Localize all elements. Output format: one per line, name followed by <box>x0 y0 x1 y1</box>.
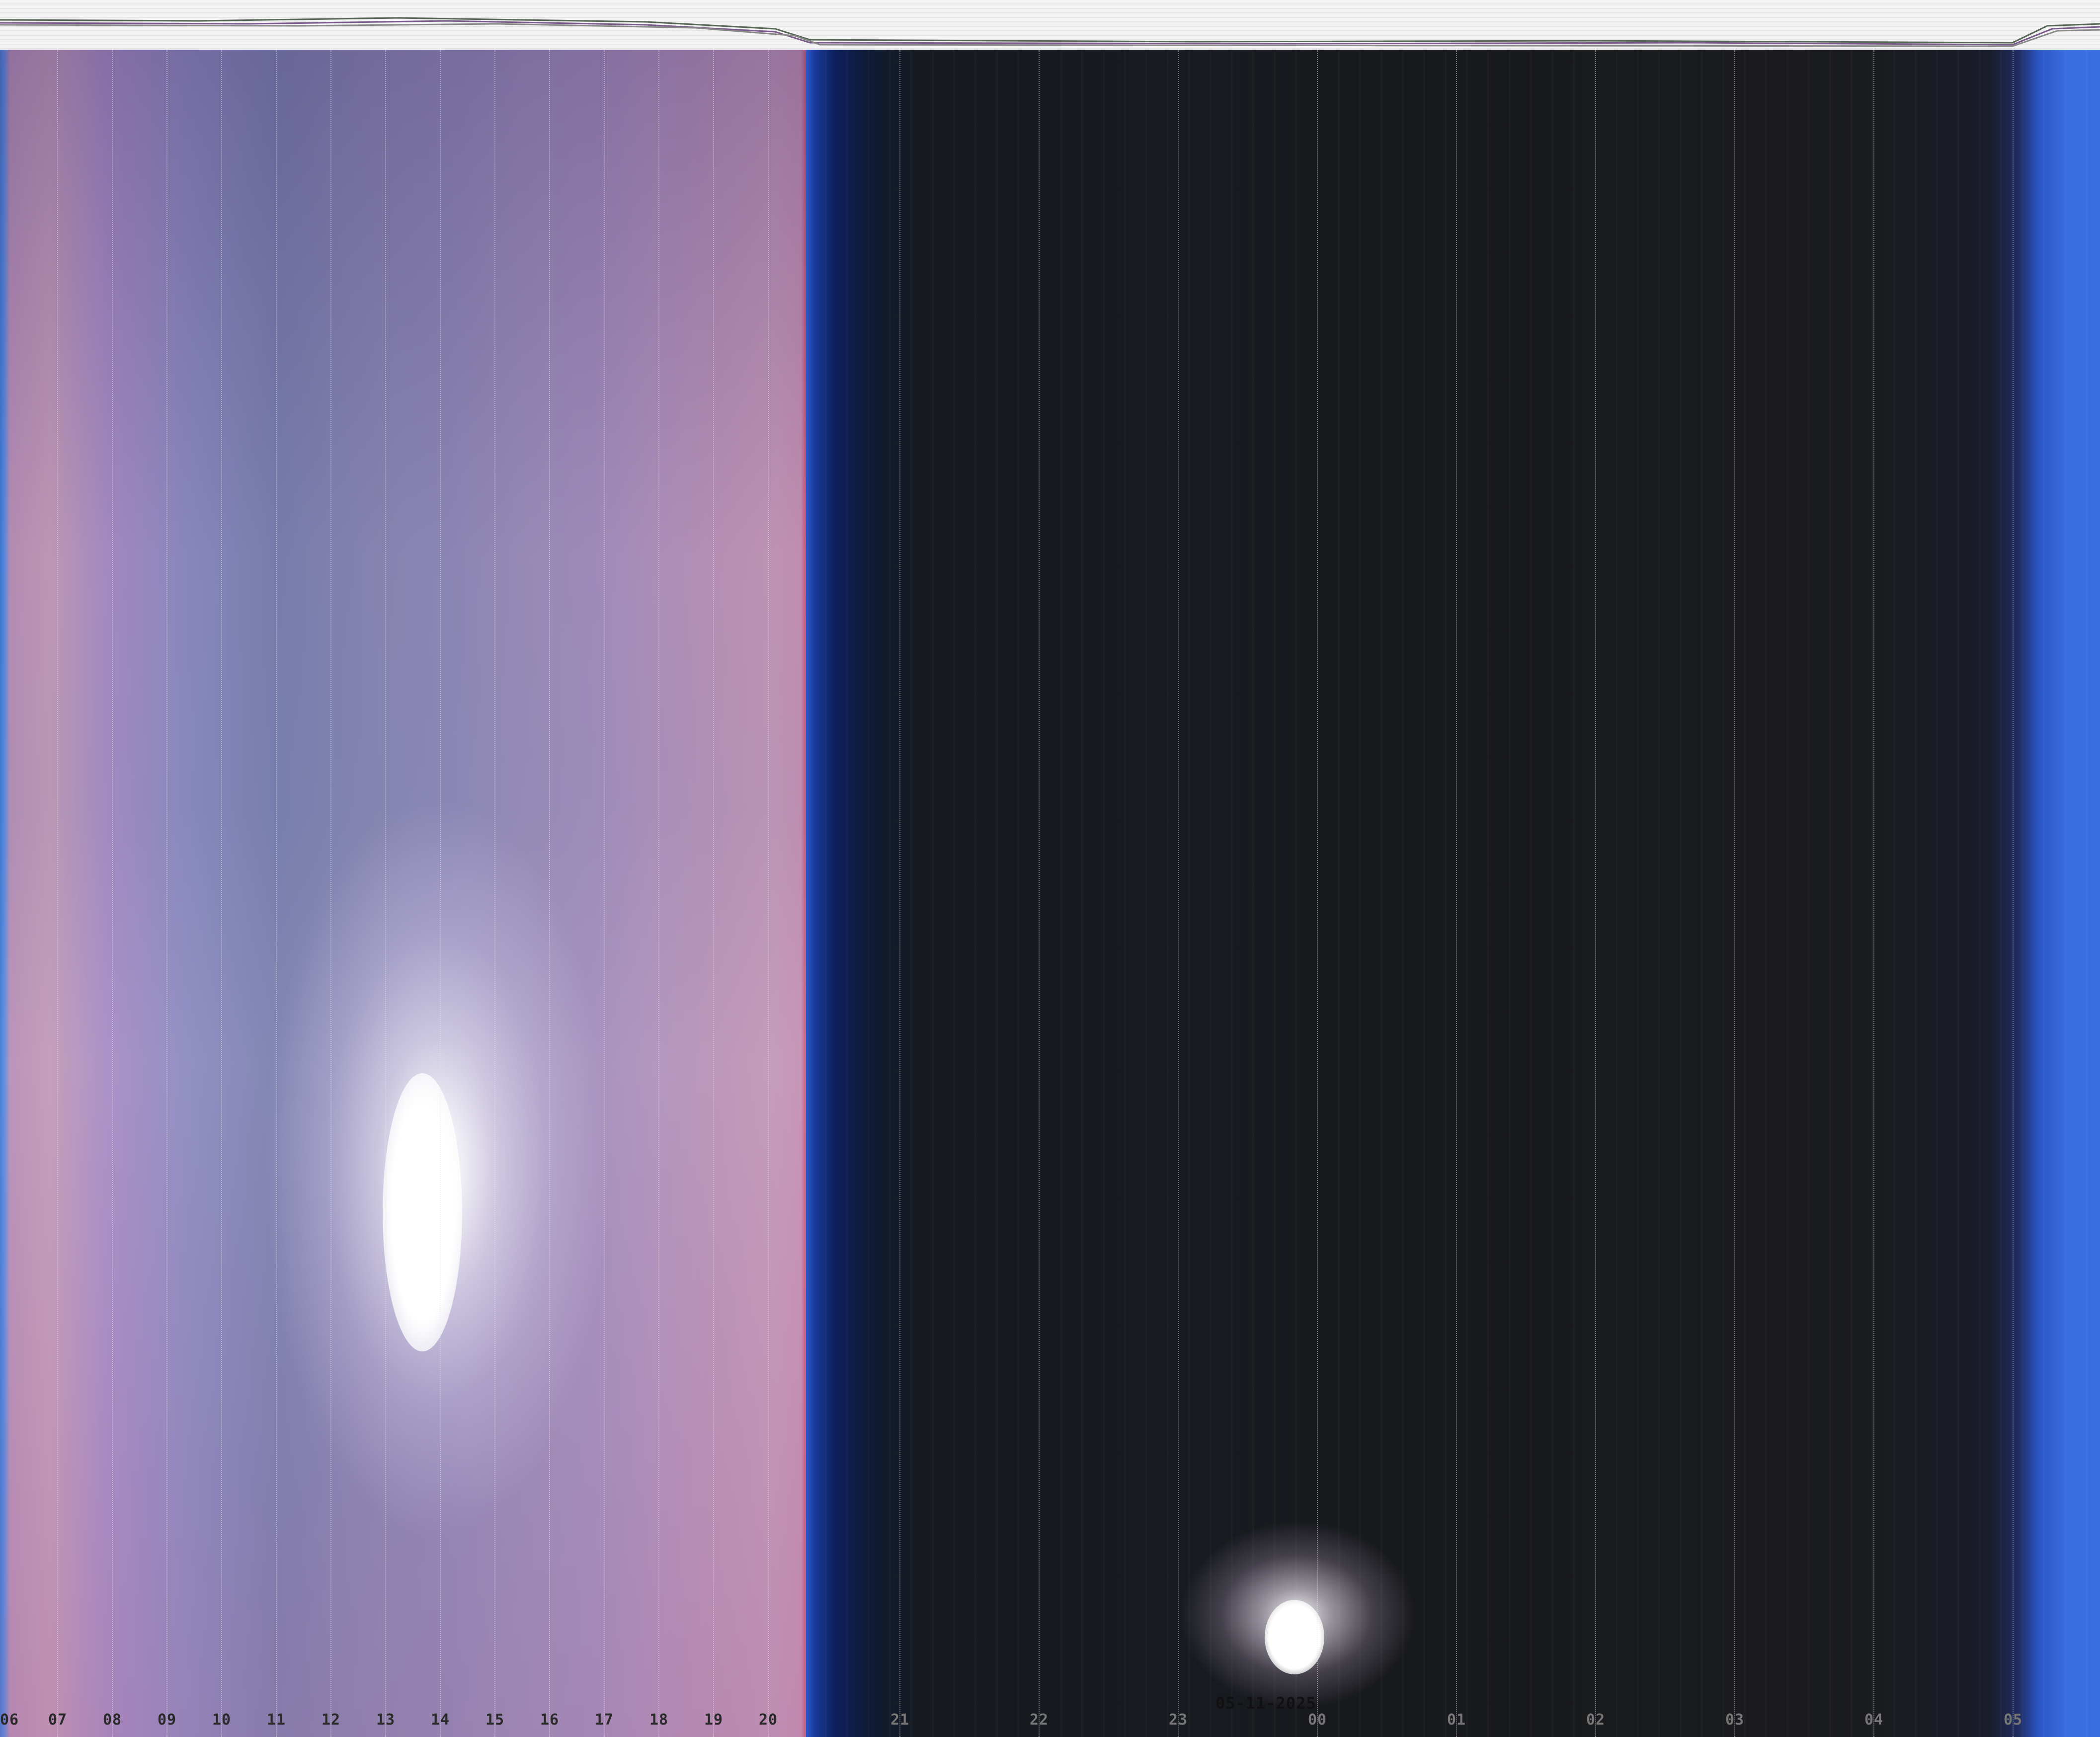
hour-label: 02 <box>1586 1711 1606 1729</box>
hour-grid-line <box>166 50 167 1737</box>
hour-grid-line <box>1873 50 1874 1737</box>
hour-label: 12 <box>322 1711 341 1729</box>
moon-trail <box>1265 1600 1324 1674</box>
hour-grid-line <box>713 50 714 1737</box>
hour-grid-line <box>604 50 605 1737</box>
hour-label: 03 <box>1725 1711 1745 1729</box>
hour-grid-line <box>385 50 386 1737</box>
hour-label: 06 <box>0 1711 19 1729</box>
hour-grid-line <box>1317 50 1318 1737</box>
hour-label: 08 <box>103 1711 122 1729</box>
hour-grid-line <box>1178 50 1179 1737</box>
hour-label: 19 <box>704 1711 724 1729</box>
sun-trail <box>383 1073 462 1351</box>
hour-label: 14 <box>431 1711 450 1729</box>
hour-grid-line <box>1734 50 1735 1737</box>
hour-grid-line <box>768 50 769 1737</box>
hour-grid-line <box>1595 50 1596 1737</box>
hour-grid-line <box>549 50 550 1737</box>
hour-label: 10 <box>212 1711 232 1729</box>
hour-label: 20 <box>759 1711 778 1729</box>
hour-label: 05 <box>2004 1711 2023 1729</box>
hour-grid-line <box>330 50 331 1737</box>
hour-grid-line <box>221 50 222 1737</box>
hour-label: 11 <box>267 1711 286 1729</box>
hour-label: 13 <box>376 1711 396 1729</box>
hour-label: 17 <box>595 1711 614 1729</box>
hour-grid-line <box>494 50 495 1737</box>
hour-grid-line <box>440 50 441 1737</box>
hour-grid-line <box>658 50 659 1737</box>
hour-grid-line <box>899 50 900 1737</box>
hour-label: 07 <box>48 1711 68 1729</box>
hour-grid-line <box>276 50 277 1737</box>
hour-grid-line <box>1039 50 1040 1737</box>
hour-label: 01 <box>1447 1711 1466 1729</box>
date-label: 05-11-2025 <box>1215 1694 1316 1713</box>
hour-grid-line <box>112 50 113 1737</box>
nighttime-streaks <box>806 50 2100 1737</box>
hour-label: 04 <box>1864 1711 1884 1729</box>
hour-label: 22 <box>1030 1711 1049 1729</box>
keogram-image: 06 07 08 09 10 11 12 13 14 15 16 17 18 19 20 21 22 23 00 01… <box>0 0 2100 1737</box>
hour-label: 15 <box>485 1711 505 1729</box>
hour-label: 21 <box>890 1711 910 1729</box>
keogram-canvas: 06 07 08 09 10 11 12 13 14 15 16 17 18 19 20 21 22 23 00 01… <box>0 50 2100 1737</box>
hour-label: 00 <box>1308 1711 1327 1729</box>
hour-grid-line <box>1456 50 1457 1737</box>
hour-label: 23 <box>1169 1711 1188 1729</box>
hour-label: 16 <box>540 1711 560 1729</box>
sensor-graph-strip <box>0 0 2100 51</box>
sensor-graph <box>0 3 2100 49</box>
hour-grid-line <box>2013 50 2014 1737</box>
hour-label: 09 <box>158 1711 177 1729</box>
hour-label: 18 <box>649 1711 669 1729</box>
hour-grid-line <box>57 50 58 1737</box>
